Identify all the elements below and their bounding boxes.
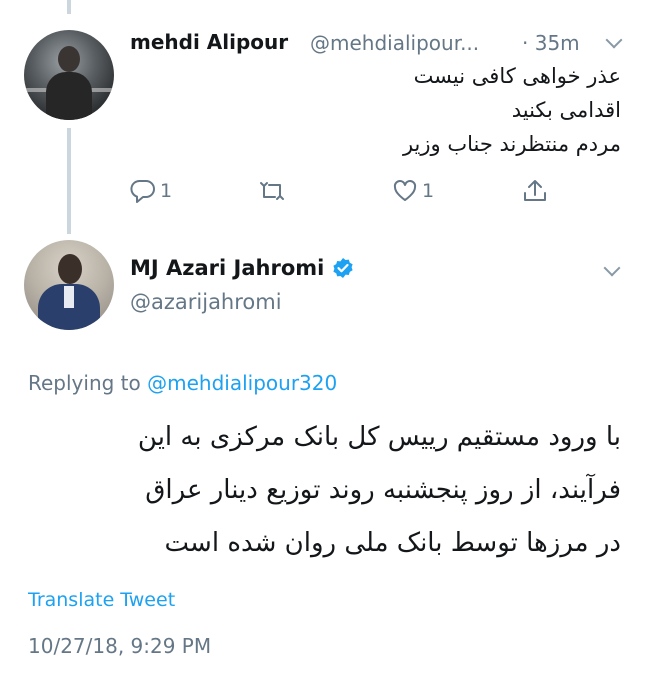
replying-prefix: Replying to bbox=[28, 371, 148, 395]
parent-author-name[interactable]: mehdi Alipour bbox=[130, 30, 288, 54]
parent-tweet-line-1: عذر خواهی کافی نیست bbox=[413, 64, 621, 88]
tweet-timestamp[interactable]: 10/27/18, 9:29 PM bbox=[28, 634, 211, 658]
share-icon bbox=[522, 178, 548, 204]
like-button[interactable]: 1 bbox=[392, 176, 434, 206]
main-tweet-line-1: با ورود مستقیم رییس کل بانک مرکزی به این bbox=[137, 422, 621, 452]
chevron-down-icon[interactable] bbox=[603, 259, 621, 277]
chevron-down-icon[interactable] bbox=[605, 31, 623, 49]
main-author-handle[interactable]: @azarijahromi bbox=[130, 290, 282, 314]
retweet-button[interactable] bbox=[258, 176, 286, 206]
parent-tweet-time[interactable]: · 35m bbox=[522, 31, 580, 55]
thread-connector-top bbox=[67, 0, 71, 14]
replying-to: Replying to @mehdialipour320 bbox=[28, 371, 337, 395]
reply-button[interactable]: 1 bbox=[130, 176, 172, 206]
reply-count: 1 bbox=[160, 180, 173, 202]
main-tweet-line-3: در مرزها توسط بانک ملی روان شده است bbox=[164, 528, 621, 558]
main-tweet-line-2: فرآیند، از روز پنجشنبه روند توزیع دینار … bbox=[145, 475, 621, 505]
like-count: 1 bbox=[422, 180, 435, 202]
main-author-name-row[interactable]: MJ Azari Jahromi bbox=[130, 256, 354, 280]
retweet-icon bbox=[258, 179, 286, 203]
main-author-name: MJ Azari Jahromi bbox=[130, 256, 325, 280]
parent-author-handle[interactable]: @mehdialipour... bbox=[310, 31, 479, 55]
avatar-mj-azari-jahromi[interactable] bbox=[24, 240, 114, 330]
replying-to-link[interactable]: @mehdialipour320 bbox=[147, 371, 337, 395]
reply-icon bbox=[130, 179, 156, 203]
like-icon bbox=[392, 179, 418, 203]
thread-connector bbox=[67, 128, 71, 234]
share-button[interactable] bbox=[522, 176, 548, 206]
parent-tweet-line-3: مردم منتظرند جناب وزیر bbox=[402, 132, 621, 156]
parent-tweet-line-2: اقدامی بکنید bbox=[511, 98, 621, 122]
verified-badge-icon bbox=[332, 257, 354, 279]
translate-tweet-link[interactable]: Translate Tweet bbox=[28, 589, 175, 611]
avatar-mehdi-alipour[interactable] bbox=[24, 30, 114, 120]
